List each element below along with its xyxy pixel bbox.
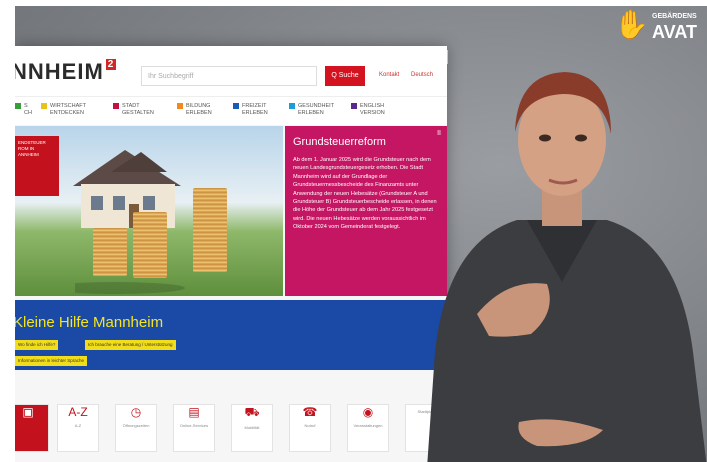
nav-label: ENGLISH VERSION (360, 103, 385, 116)
brand-small-text: GEBÄRDENS (652, 13, 697, 20)
coin-stack-3 (193, 188, 227, 272)
coin-stack-1 (93, 228, 127, 276)
help-title[interactable]: Kleine Hilfe Mannheim (15, 314, 163, 331)
video-stage: NNHEIM 2 Ihr Suchbegriff Q Suche Kontakt … (15, 6, 707, 462)
nav-label: BILDUNG ERLEBEN (186, 103, 212, 116)
hand-icon: ✋ (614, 9, 649, 40)
contact-link[interactable]: Kontakt (379, 72, 399, 78)
nav-item-1[interactable]: S CH (15, 103, 32, 117)
service-glyph: ▣ (22, 405, 34, 419)
nav-color-marker (15, 103, 21, 109)
website-panel: NNHEIM 2 Ihr Suchbegriff Q Suche Kontakt … (15, 46, 447, 462)
nav-item-7[interactable]: ENGLISH VERSION (351, 103, 385, 117)
hero-image[interactable]: ENDSTEUER ROM IN ANNHEIM (15, 126, 283, 296)
nav-item-5[interactable]: FREIZEIT ERLEBEN (233, 103, 268, 117)
nav-label: STADT GESTALTEN (122, 103, 154, 116)
sign-language-avatar (427, 72, 707, 462)
nav-label: GESUNDHEIT ERLEBEN (298, 103, 335, 116)
nav-label: WIRTSCHAFT ENTDECKEN (50, 103, 86, 116)
eye-icon: ◉ (362, 405, 374, 419)
nav-color-marker (233, 103, 239, 109)
service-icon-emergency[interactable]: ☎ Notruf (289, 404, 331, 452)
phone-icon: ☎ (302, 405, 318, 419)
brand-large-text: AVAT (652, 22, 697, 42)
promo-box[interactable]: ENDSTEUER ROM IN ANNHEIM (15, 136, 59, 196)
nav-item-2[interactable]: WIRTSCHAFT ENTDECKEN (41, 103, 86, 117)
service-icon-1[interactable]: ▣ (15, 404, 49, 452)
nav-label: FREIZEIT ERLEBEN (242, 103, 268, 116)
help-band: Kleine Hilfe Mannheim Wo finde ich Hilfe… (15, 300, 447, 370)
nav-color-marker (289, 103, 295, 109)
service-label: A-Z (74, 423, 82, 428)
az-icon: A-Z (68, 405, 88, 419)
bus-icon: ⛟ (244, 405, 260, 419)
service-label: Mobilität (244, 425, 260, 430)
service-icon-mobility[interactable]: ⛟ Mobilität (231, 404, 273, 452)
main-nav: S CH WIRTSCHAFT ENTDECKEN STADT GESTALTE… (15, 96, 447, 125)
document-icon: ▤ (188, 405, 200, 419)
service-icon-hours[interactable]: ◷ Öffnungszeiten (115, 404, 157, 452)
search-input[interactable]: Ihr Suchbegriff (141, 66, 317, 86)
nav-item-3[interactable]: STADT GESTALTEN (113, 103, 154, 117)
service-label: Veranstaltungen (353, 423, 383, 428)
service-icon-events[interactable]: ◉ Veranstaltungen (347, 404, 389, 452)
nav-color-marker (113, 103, 119, 109)
help-link-2[interactable]: Ich brauche eine Beratung / Unterstützun… (85, 340, 176, 350)
nav-label: S CH (24, 103, 32, 116)
logo-text: NNHEIM (15, 59, 104, 84)
help-link-1[interactable]: Wo finde ich Hilfe? (15, 340, 59, 350)
coin-stack-2 (133, 212, 167, 278)
service-icons: ▣ A-Z A-Z ◷ Öffnungszeiten ▤ Online-Service… (15, 396, 447, 462)
logo-badge: 2 (105, 59, 117, 70)
nav-item-6[interactable]: GESUNDHEIT ERLEBEN (289, 103, 334, 117)
site-header: NNHEIM 2 Ihr Suchbegriff Q Suche Kontakt … (15, 46, 447, 96)
clock-icon: ◷ (130, 405, 142, 419)
service-label: Öffnungszeiten (122, 423, 150, 428)
nav-item-4[interactable]: BILDUNG ERLEBEN (177, 103, 212, 117)
service-icon-online[interactable]: ▤ Online-Services (173, 404, 215, 452)
help-link-3[interactable]: Informationen in leichter Sprache (15, 356, 88, 366)
service-label: Online-Services (179, 423, 209, 428)
avatar-brand-badge: ✋ GEBÄRDENS AVAT (610, 6, 707, 50)
nav-color-marker (351, 103, 357, 109)
service-label: Notruf (304, 423, 316, 428)
site-logo[interactable]: NNHEIM 2 (15, 59, 117, 85)
promo-text: ENDSTEUER ROM IN ANNHEIM (18, 140, 46, 157)
service-icon-az[interactable]: A-Z A-Z (57, 404, 99, 452)
nav-color-marker (177, 103, 183, 109)
search-button[interactable]: Q Suche (325, 66, 365, 86)
nav-color-marker (41, 103, 47, 109)
